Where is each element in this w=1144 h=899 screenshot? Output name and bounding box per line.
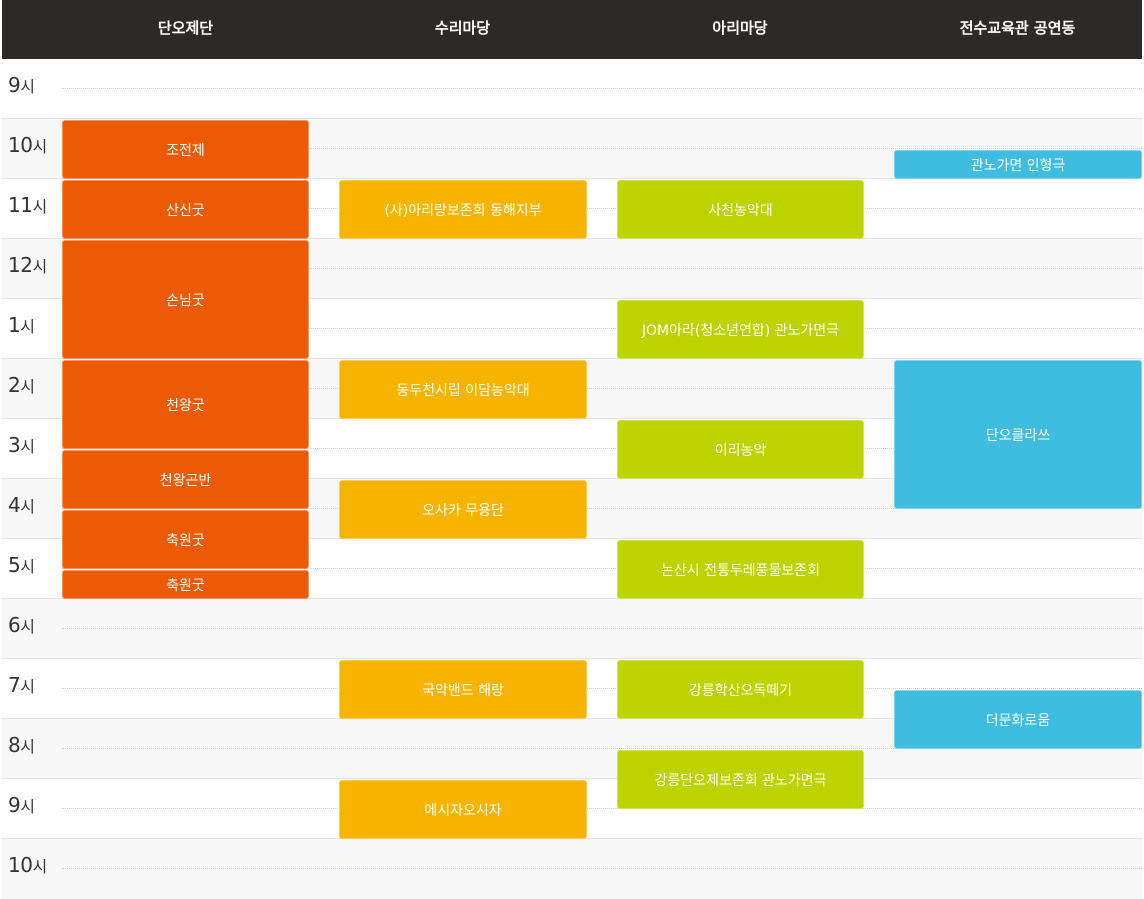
event-block[interactable]: (사)아리랑보존회 동해지부 [339, 180, 587, 239]
event-block[interactable]: 강릉학산오독떼기 [617, 660, 864, 719]
event-block[interactable]: 조전제 [62, 120, 309, 179]
event-block[interactable]: 사천농악대 [617, 180, 864, 239]
event-block[interactable]: 축원굿 [62, 510, 309, 569]
event-block[interactable]: 천왕곤반 [62, 450, 309, 509]
event-block[interactable]: 국악밴드 해랑 [339, 660, 587, 719]
event-block[interactable]: 이리농악 [617, 420, 864, 479]
event-block[interactable]: 논산시 전통두레풍물보존회 [617, 540, 864, 599]
event-block[interactable]: 산신굿 [62, 180, 309, 239]
event-block[interactable]: 에시자오시자 [339, 780, 587, 839]
event-block[interactable]: 손님굿 [62, 240, 309, 359]
event-block[interactable]: 동두천시립 이담농악대 [339, 360, 587, 419]
event-grid: 조전제 산신굿 손님굿 천왕굿 천왕곤반 축원굿 축원굿 (사)아리랑보존회 동… [0, 0, 1144, 899]
event-block[interactable]: 오사카 무용단 [339, 480, 587, 539]
event-block[interactable]: 관노가면 인형극 [894, 150, 1142, 179]
event-block[interactable]: 단오클라쓰 [894, 360, 1142, 509]
event-block[interactable]: 축원굿 [62, 570, 309, 599]
event-block[interactable]: 천왕굿 [62, 360, 309, 449]
event-block[interactable]: 더문화로움 [894, 690, 1142, 749]
event-block[interactable]: JOM아라(청소년연합) 관노가면극 [617, 300, 864, 359]
event-block[interactable]: 강릉단오제보존회 관노가면극 [617, 750, 864, 809]
